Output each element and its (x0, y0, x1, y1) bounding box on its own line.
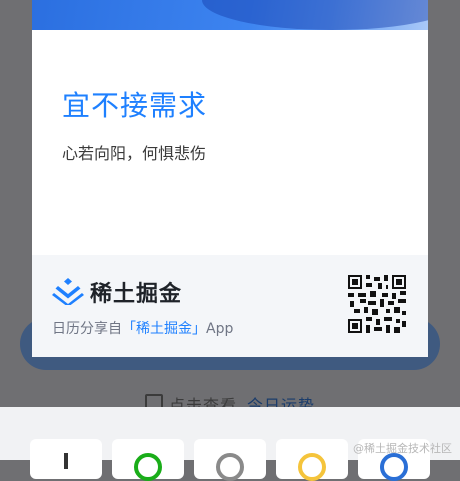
moments-icon (216, 453, 244, 481)
plus-icon (64, 453, 68, 469)
card-title: 宜不接需求 (62, 89, 208, 122)
watermark: @稀土掘金技术社区 (353, 442, 452, 455)
share-target-qzone[interactable] (276, 439, 348, 481)
share-attribution: 日历分享自「稀土掘金」App (52, 318, 233, 338)
share-target-moments[interactable] (194, 439, 266, 481)
calendar-share-card: 宜不接需求 心若向阳，何惧悲伤 稀土掘金 日历分享自「稀土掘金」App (32, 0, 428, 357)
card-banner-image (32, 0, 428, 30)
qzone-icon (298, 453, 326, 481)
wechat-icon (134, 453, 162, 481)
weibo-icon (380, 453, 408, 481)
share-target-more[interactable] (30, 439, 102, 479)
share-suffix: App (206, 321, 234, 337)
brand-name: 稀土掘金 (90, 282, 183, 307)
card-footer: 稀土掘金 日历分享自「稀土掘金」App (32, 255, 428, 357)
card-subtitle: 心若向阳，何惧悲伤 (62, 144, 207, 163)
share-target-wechat[interactable] (112, 439, 184, 481)
share-prefix: 日历分享自 (52, 321, 122, 337)
share-brand: 「稀土掘金」 (122, 321, 206, 337)
juejin-logo-icon (52, 278, 84, 305)
qr-code-icon (348, 275, 406, 333)
